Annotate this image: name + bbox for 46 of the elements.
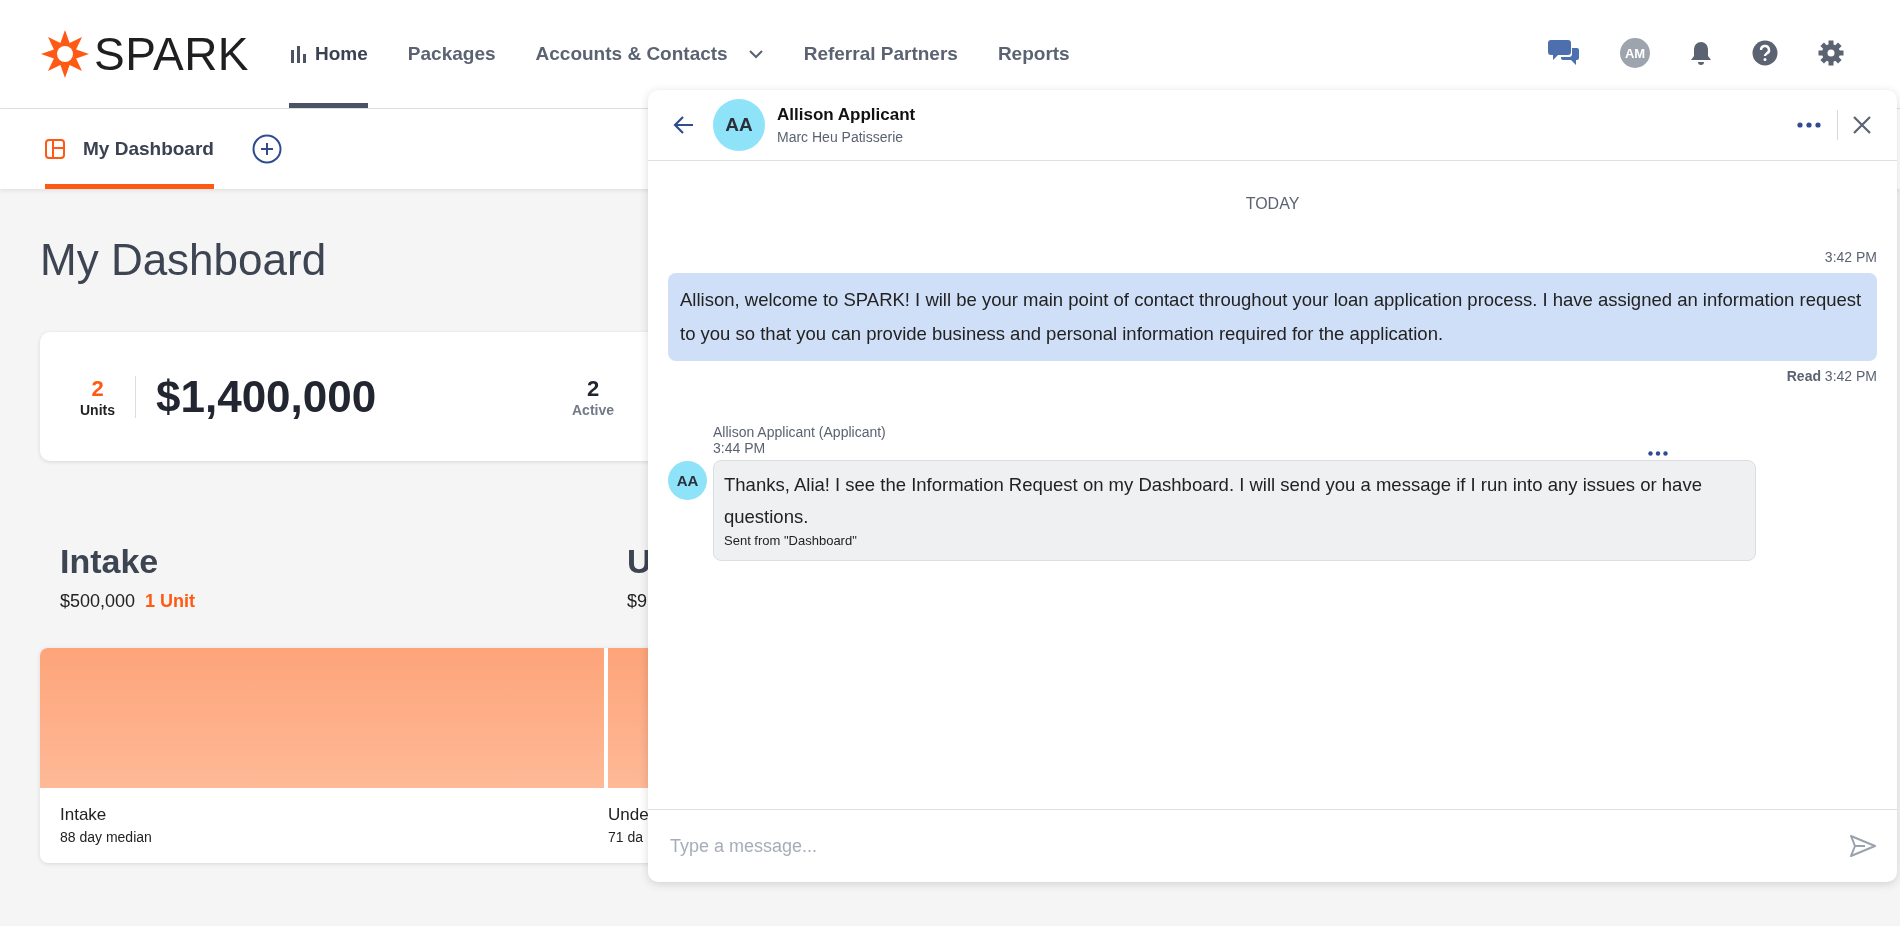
date-divider: TODAY — [1244, 195, 1301, 213]
stage-amount: $9 — [627, 591, 648, 612]
stage-label: Unde — [608, 804, 650, 825]
more-options-icon[interactable] — [1797, 122, 1821, 128]
logo-text: SPARK — [94, 27, 250, 81]
nav-link[interactable]: Referral Partners — [803, 43, 958, 65]
message-source: Sent from "Dashboard" — [724, 533, 858, 548]
message-input[interactable]: Type a message... — [668, 834, 1849, 858]
dashboard-tab[interactable]: My Dashboard — [45, 109, 214, 189]
stage-label: Intake — [59, 804, 108, 825]
nav-link[interactable]: Reports — [997, 43, 1070, 65]
stage-units: 1 Unit — [145, 591, 196, 612]
sender-avatar: AA — [668, 461, 707, 500]
send-icon[interactable] — [1849, 834, 1877, 858]
page-title: My Dashboard — [40, 234, 327, 286]
contact-avatar: AA — [713, 99, 765, 151]
stage-title: Intake — [60, 542, 160, 581]
stage-median: 71 da — [608, 828, 645, 845]
chevron-down-icon — [747, 49, 764, 59]
contact-name: Allison Applicant — [777, 105, 917, 125]
nav-link[interactable]: Packages — [407, 43, 496, 65]
add-tab-button[interactable] — [251, 134, 282, 164]
nav-link[interactable]: Accounts & Contacts — [535, 43, 764, 65]
star-logo-icon — [40, 29, 90, 79]
incoming-message: Thanks, Alia! I see the Information Request on my Dashboard. I will send you a message if I run into any issues or have questions. — [724, 473, 1703, 529]
layout-icon — [45, 139, 65, 159]
stat-label: Active — [572, 401, 615, 418]
outgoing-message: Allison, welcome to SPARK! I will be your main point of contact throughout your loan application process. I have assigned an information request to you so that you can provide business and personal information required for the application. — [668, 273, 1877, 361]
help-icon[interactable] — [1752, 40, 1778, 66]
sender-name: Allison Applicant (Applicant) — [713, 424, 886, 440]
message-time: 3:42 PM — [1823, 249, 1877, 265]
message-options-icon[interactable] — [1648, 451, 1668, 456]
stat-value: 2 — [585, 375, 601, 402]
read-receipt: Read 3:42 PM — [1785, 368, 1877, 384]
bell-icon[interactable] — [1690, 40, 1712, 66]
units-count: 2 — [90, 375, 105, 402]
back-arrow-icon[interactable] — [673, 115, 695, 135]
message-time: 3:44 PM — [713, 440, 767, 456]
bar-chart-icon — [289, 45, 308, 63]
stage-amount: $500,000 — [60, 591, 136, 612]
contact-company: Marc Heu Patisserie — [777, 129, 905, 145]
units-label: Units — [80, 401, 115, 418]
stage-median: 88 day median — [59, 828, 153, 845]
total-amount: $1,400,000 — [156, 371, 378, 422]
close-icon[interactable] — [1852, 115, 1872, 135]
settings-icon[interactable] — [1818, 40, 1844, 66]
